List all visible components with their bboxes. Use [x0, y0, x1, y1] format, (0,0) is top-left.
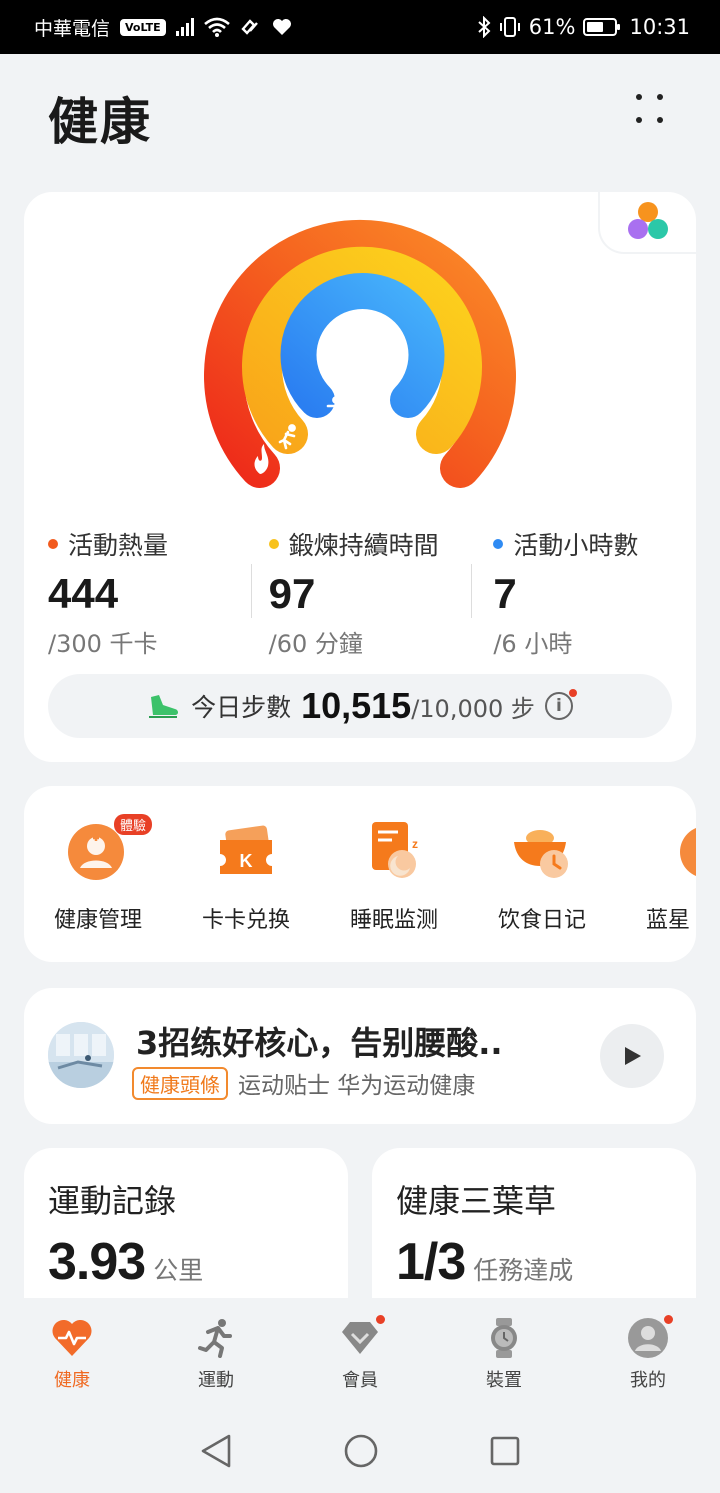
- recents-icon[interactable]: [489, 1435, 521, 1467]
- activity-card[interactable]: 活動熱量 444 /300 千卡 鍛煉持續時間 97 /60 分鐘 活動小時數 …: [24, 192, 696, 762]
- notification-dot: [663, 1314, 674, 1325]
- vibrate-icon: [499, 17, 520, 37]
- shortcut-label: 卡卡兑换: [201, 908, 290, 933]
- shortcuts-card: 體驗 健康管理 K 卡卡兑换 z 睡眠监测 饮食日记 蓝星: [24, 786, 696, 962]
- shortcut-blue-star[interactable]: 蓝星: [616, 818, 696, 934]
- tasks-unit: 任務達成: [473, 1256, 574, 1285]
- shortcut-diet-diary[interactable]: 饮食日记: [468, 818, 616, 934]
- stand-stat[interactable]: 活動小時數 7 /6 小時: [471, 526, 696, 666]
- stand-goal: /6 小時: [493, 630, 573, 658]
- shortcut-label: 睡眠监测: [349, 908, 438, 933]
- shortcut-label: 健康管理: [53, 908, 142, 933]
- volte-icon: VoLTE: [120, 18, 166, 36]
- rings-switch-icon[interactable]: [626, 200, 670, 242]
- system-navigation: [0, 1408, 720, 1493]
- article-source: 运动贴士 华为运动健康: [238, 1073, 476, 1099]
- wifi-icon: [203, 17, 230, 37]
- activity-rings[interactable]: [200, 216, 520, 496]
- svg-text:z: z: [412, 837, 418, 851]
- exercise-stat[interactable]: 鍛煉持續時間 97 /60 分鐘: [250, 526, 472, 666]
- trial-badge: 體驗: [113, 814, 152, 835]
- distance-value: 3.93: [48, 1233, 146, 1291]
- stand-dot: [493, 539, 504, 549]
- calories-label: 活動熱量: [68, 531, 169, 560]
- article-card[interactable]: 3招练好核心，告别腰酸.. 健康頭條 运动贴士 华为运动健康: [24, 988, 696, 1124]
- shortcut-label: 蓝星: [646, 908, 691, 933]
- shortcut-health-management[interactable]: 體驗 健康管理: [24, 814, 172, 934]
- steps-value: 10,515: [301, 685, 412, 726]
- nav-label: 運動: [198, 1370, 234, 1391]
- notification-dot: [375, 1314, 386, 1325]
- nav-me[interactable]: 我的: [576, 1298, 720, 1408]
- running-icon: [198, 1319, 232, 1358]
- bluetooth-icon: [478, 16, 491, 38]
- activity-stats: 活動熱量 444 /300 千卡 鍛煉持續時間 97 /60 分鐘 活動小時數 …: [24, 526, 696, 666]
- play-button[interactable]: [600, 1024, 664, 1088]
- clock: 10:31: [629, 15, 690, 39]
- battery-percent: 61%: [528, 15, 576, 39]
- distance-unit: 公里: [153, 1256, 204, 1285]
- nav-label: 裝置: [486, 1370, 522, 1391]
- nav-exercise[interactable]: 運動: [144, 1298, 288, 1408]
- tasks-value: 1/3: [396, 1233, 466, 1291]
- shortcut-sleep-monitor[interactable]: z 睡眠监测: [320, 818, 468, 934]
- shortcut-label: 饮食日记: [497, 908, 586, 933]
- shoe-icon: [149, 695, 179, 718]
- signal-icon: [175, 18, 194, 36]
- link-icon: [241, 19, 258, 35]
- notification-dot: [568, 689, 577, 697]
- shortcut-kaka-exchange[interactable]: K 卡卡兑换: [172, 818, 320, 934]
- calories-dot: [48, 539, 58, 549]
- article-meta: 健康頭條 运动贴士 华为运动健康: [132, 1066, 475, 1100]
- calories-stat[interactable]: 活動熱量 444 /300 千卡: [24, 526, 251, 666]
- health-clover-card[interactable]: 健康三葉草 1/3 任務達成: [372, 1148, 696, 1308]
- status-bar: 中華電信 VoLTE 61% 10:31: [0, 0, 720, 54]
- article-thumbnail: [48, 1022, 114, 1088]
- sleep-monitor-icon: z: [372, 822, 418, 878]
- steps-label: 今日步數: [191, 693, 292, 722]
- page-title: 健康: [48, 93, 152, 151]
- exercise-value: 97: [268, 570, 316, 617]
- divider: [250, 564, 252, 618]
- steps-goal: /10,000 步: [411, 694, 535, 723]
- steps-bar[interactable]: 今日步數 10,515/10,000 步 i: [48, 674, 672, 738]
- calories-goal: /300 千卡: [48, 630, 158, 658]
- nav-label: 健康: [54, 1370, 90, 1391]
- calories-value: 444: [48, 570, 119, 617]
- rings-switch-tab[interactable]: [598, 192, 696, 254]
- exercise-record-card[interactable]: 運動記錄 3.93 公里: [24, 1148, 348, 1308]
- more-options-button[interactable]: [632, 92, 668, 128]
- home-icon[interactable]: [343, 1433, 379, 1469]
- svg-text:K: K: [240, 851, 253, 871]
- article-tag: 健康頭條: [132, 1066, 228, 1100]
- nav-label: 我的: [630, 1370, 666, 1391]
- card-title: 運動記錄: [48, 1182, 177, 1220]
- article-title: 3招练好核心，告别腰酸..: [136, 1024, 503, 1062]
- exercise-label: 鍛煉持續時間: [288, 531, 439, 560]
- heart-pulse-icon: [52, 1319, 92, 1356]
- card-title: 健康三葉草: [396, 1182, 557, 1220]
- stand-ring: [280, 273, 445, 418]
- carrier-name: 中華電信: [34, 17, 111, 40]
- info-icon[interactable]: i: [544, 689, 577, 720]
- battery-icon: [583, 18, 621, 36]
- stand-value: 7: [493, 570, 517, 617]
- exercise-goal: /60 分鐘: [268, 630, 363, 658]
- divider: [471, 564, 473, 618]
- nav-membership[interactable]: 會員: [288, 1298, 432, 1408]
- stand-label: 活動小時數: [513, 531, 639, 560]
- exercise-dot: [268, 539, 279, 549]
- nav-devices[interactable]: 裝置: [432, 1298, 576, 1408]
- bottom-navigation: 健康 運動 會員 裝置 我的: [0, 1298, 720, 1408]
- kaka-exchange-icon: K: [220, 825, 272, 874]
- nav-health[interactable]: 健康: [0, 1298, 144, 1408]
- back-icon[interactable]: [199, 1433, 233, 1469]
- blue-star-icon: [680, 828, 696, 876]
- play-icon: [625, 1047, 641, 1065]
- diet-diary-icon: [514, 830, 568, 878]
- watch-icon: [491, 1318, 517, 1358]
- nav-label: 會員: [342, 1370, 378, 1391]
- heart-status-icon: [272, 19, 291, 35]
